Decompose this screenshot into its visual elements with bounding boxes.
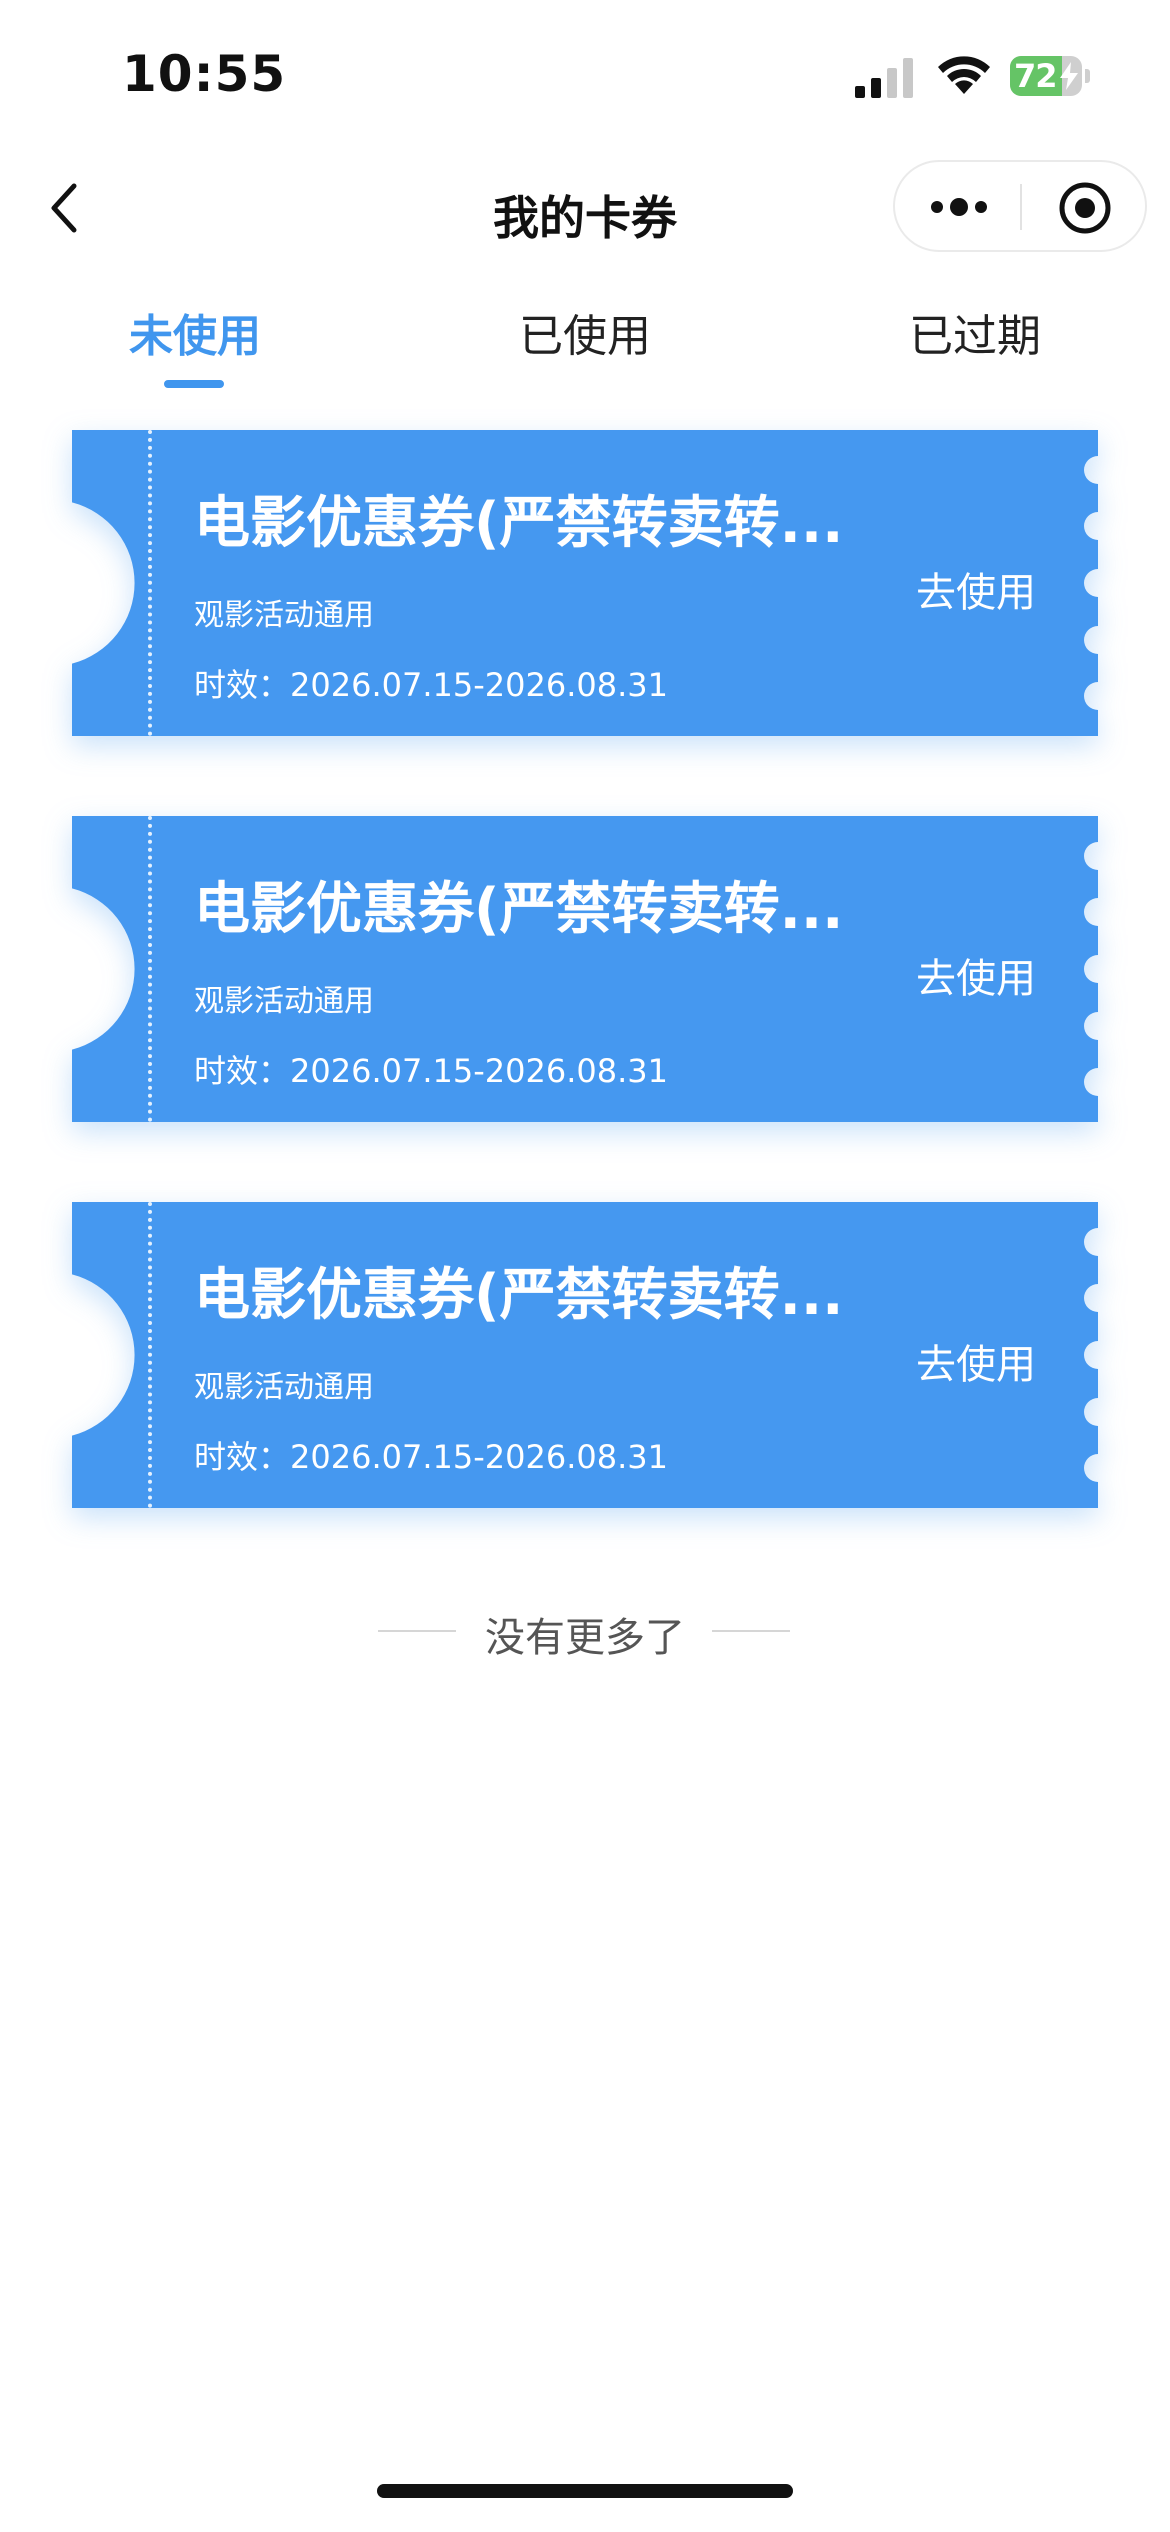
coupon-card[interactable]: 电影优惠券(严禁转卖转... 观影活动通用 时效：2026.07.15-2026… [72,1202,1098,1508]
no-more-text: 没有更多了 [485,1615,685,1661]
nav-bar: 我的卡券 [0,150,1170,265]
use-coupon-button[interactable]: 去使用 [916,560,1036,618]
tab-used[interactable]: 已使用 [390,300,780,364]
cellular-signal-icon [855,58,913,98]
coupon-subtitle: 观影活动通用 [194,984,374,1019]
coupon-validity: 时效：2026.07.15-2026.08.31 [194,666,668,704]
coupon-validity: 时效：2026.07.15-2026.08.31 [194,1052,668,1090]
coupon-title: 电影优惠券(严禁转卖转... [194,877,844,942]
coupon-subtitle: 观影活动通用 [194,598,374,633]
coupon-perforation [148,430,152,736]
capsule-divider [1020,184,1022,230]
tab-unused[interactable]: 未使用 [0,300,390,364]
battery-icon: 72 [1010,56,1090,96]
use-coupon-button[interactable]: 去使用 [916,1332,1036,1390]
end-divider-right [712,1630,790,1632]
active-tab-indicator [164,380,224,388]
target-circle-icon[interactable] [1057,180,1113,236]
wifi-icon [938,56,990,94]
mini-program-capsule [893,160,1147,252]
coupon-perforation [148,816,152,1122]
charging-bolt-icon [1060,62,1078,90]
more-dots-icon[interactable] [929,190,989,224]
tab-bar: 未使用 已使用 已过期 [0,290,1170,400]
home-indicator [377,2484,793,2498]
coupon-subtitle: 观影活动通用 [194,1370,374,1405]
coupon-title: 电影优惠券(严禁转卖转... [194,491,844,556]
status-bar: 10:55 72 [0,0,1170,150]
tab-expired[interactable]: 已过期 [780,300,1170,364]
coupon-card[interactable]: 电影优惠券(严禁转卖转... 观影活动通用 时效：2026.07.15-2026… [72,816,1098,1122]
status-time: 10:55 [122,45,287,103]
coupon-validity: 时效：2026.07.15-2026.08.31 [194,1438,668,1476]
coupon-perforation [148,1202,152,1508]
coupon-title: 电影优惠券(严禁转卖转... [194,1263,844,1328]
coupon-card[interactable]: 电影优惠券(严禁转卖转... 观影活动通用 时效：2026.07.15-2026… [72,430,1098,736]
battery-percent: 72 [1014,57,1058,95]
use-coupon-button[interactable]: 去使用 [916,946,1036,1004]
